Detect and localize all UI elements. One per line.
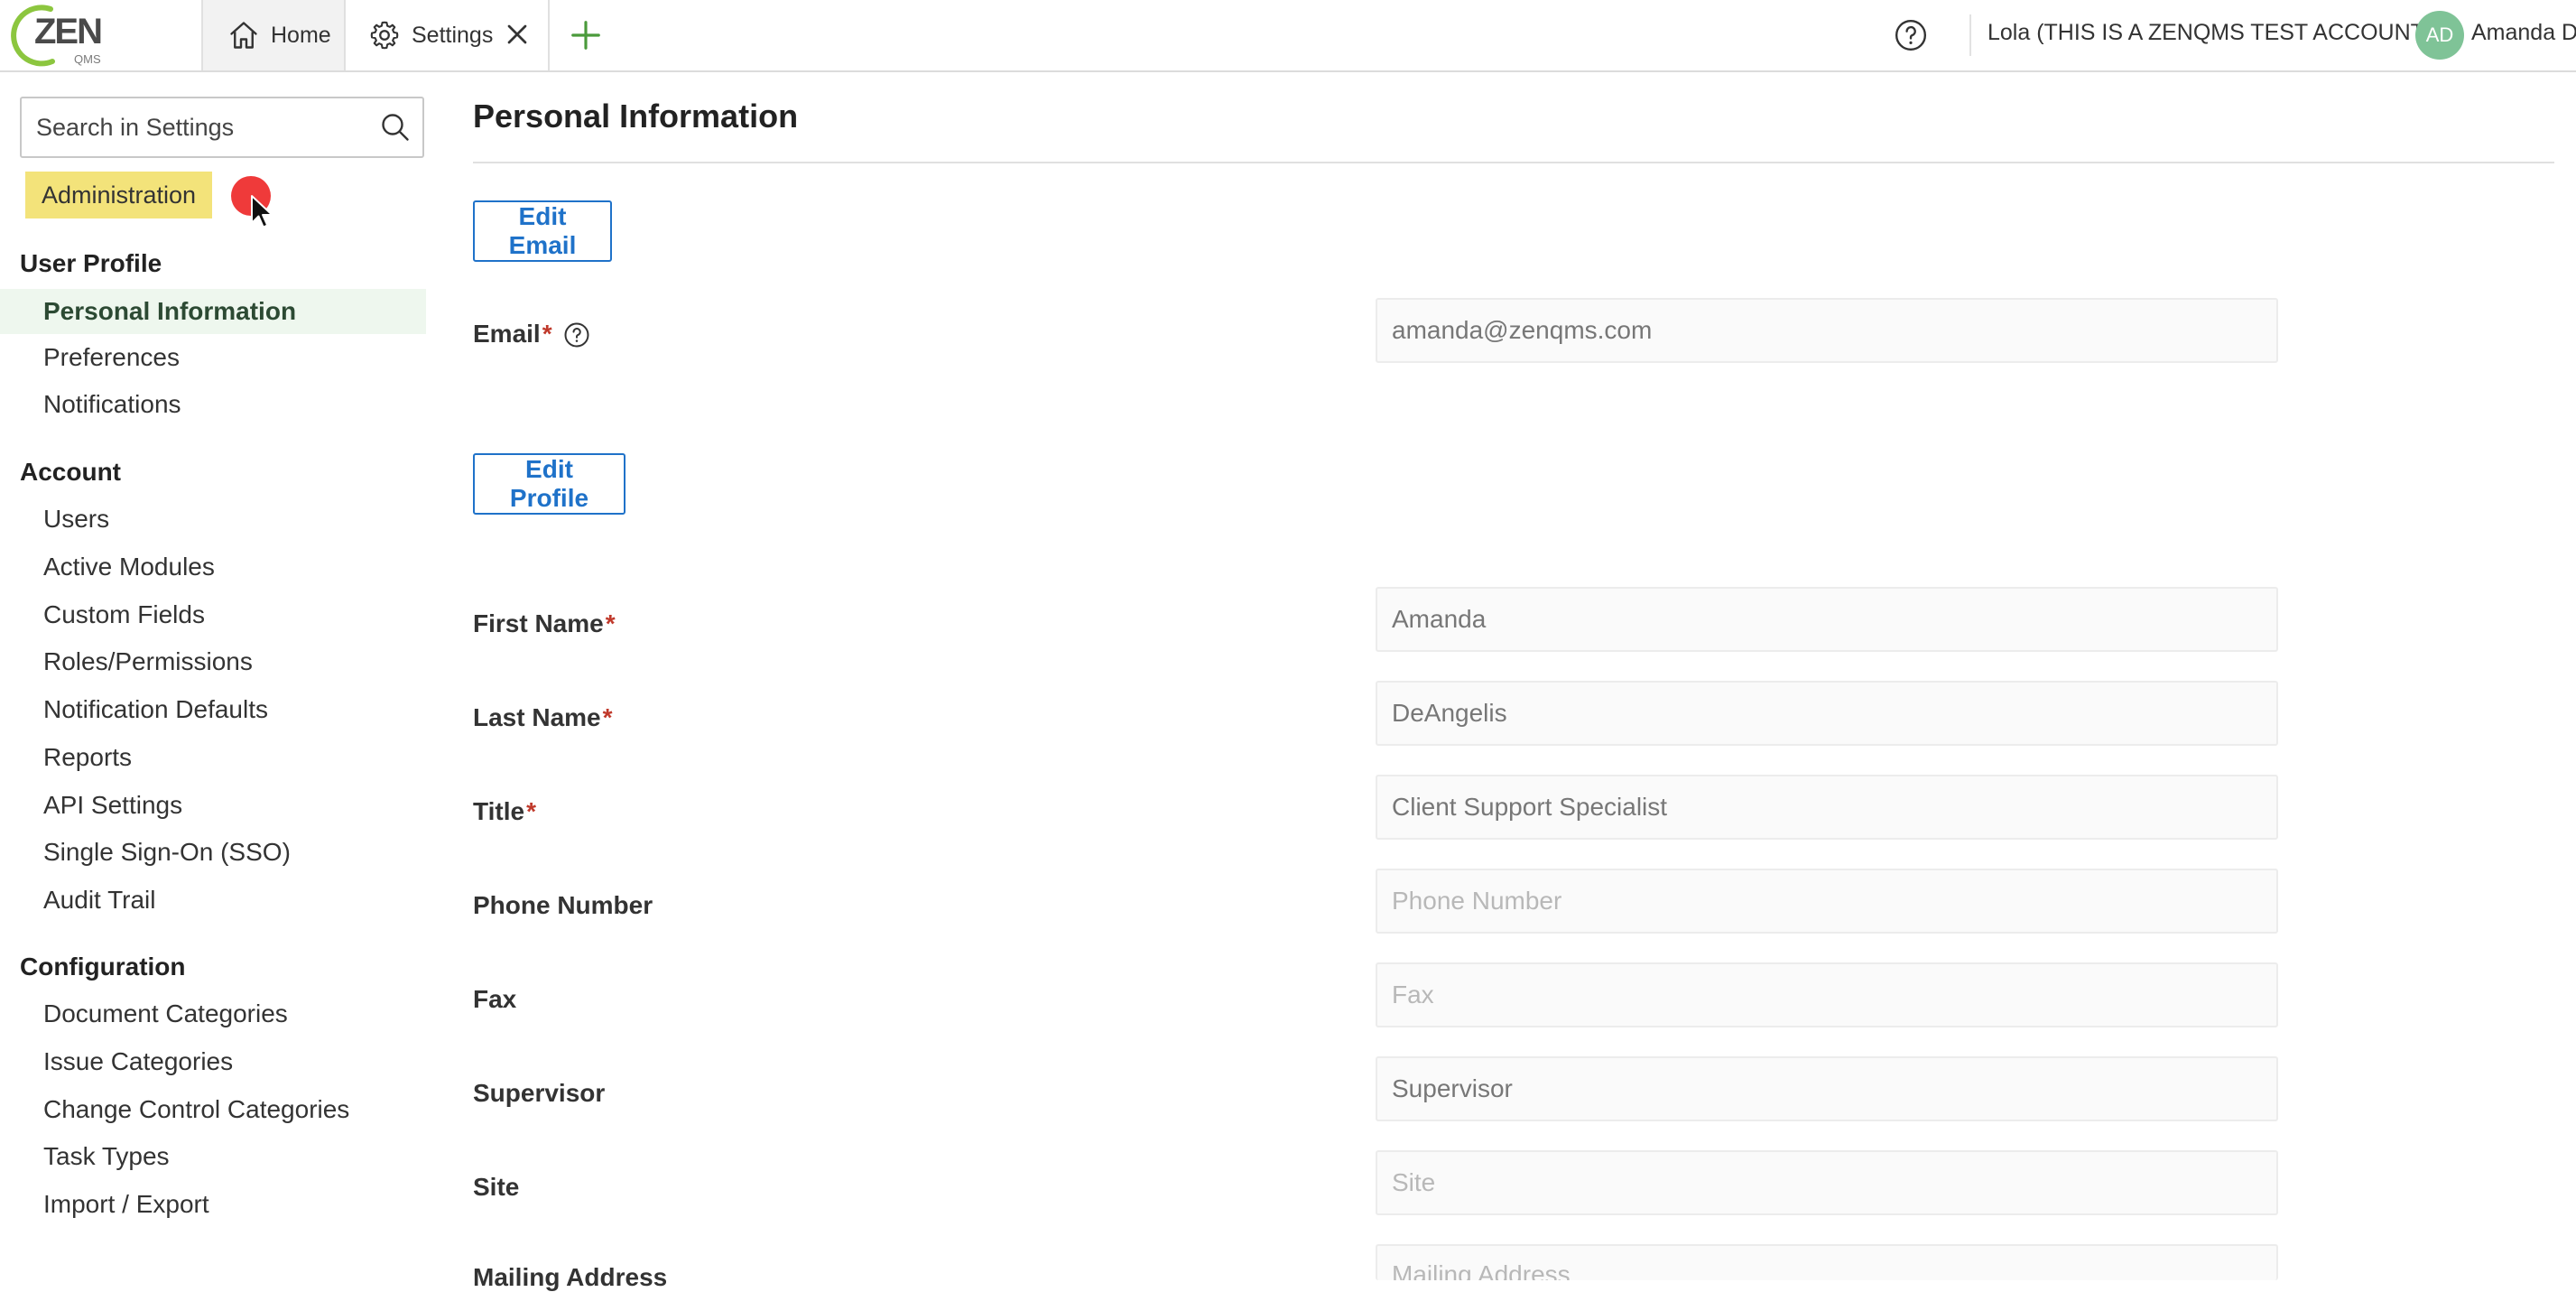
last-name-label-text: Last Name: [473, 703, 601, 731]
email-label: Email*: [473, 320, 552, 349]
tab-home-label: Home: [271, 22, 331, 48]
sidebar-item-change-control-categories[interactable]: Change Control Categories: [0, 1087, 426, 1132]
email-field[interactable]: [1376, 298, 2278, 363]
sidebar-item-issue-categories[interactable]: Issue Categories: [0, 1039, 426, 1084]
sidebar-item-sso[interactable]: Single Sign-On (SSO): [0, 830, 426, 875]
fax-field[interactable]: [1376, 962, 2278, 1027]
user-name[interactable]: Amanda D: [2471, 20, 2576, 46]
title-field[interactable]: [1376, 775, 2278, 840]
nav-group-configuration: Configuration: [20, 953, 186, 981]
sidebar-item-users[interactable]: Users: [0, 497, 426, 542]
zenqms-logo[interactable]: ZEN QMS: [11, 2, 191, 67]
avatar[interactable]: AD: [2415, 11, 2464, 60]
administration-link[interactable]: Administration: [25, 172, 213, 218]
top-bar: ZEN QMS Home Settings Lola (THIS IS A ZE…: [0, 0, 2576, 72]
last-name-label: Last Name*: [473, 703, 613, 732]
edit-profile-button[interactable]: Edit Profile: [473, 453, 625, 515]
title-label: Title*: [473, 797, 536, 826]
phone-number-label: Phone Number: [473, 891, 653, 919]
sidebar-item-active-modules[interactable]: Active Modules: [0, 544, 426, 590]
sidebar-item-task-types[interactable]: Task Types: [0, 1134, 426, 1179]
cursor-icon: [251, 195, 273, 228]
sidebar-item-preferences[interactable]: Preferences: [0, 335, 426, 380]
search-box: [20, 97, 424, 158]
phone-number-field[interactable]: [1376, 869, 2278, 934]
logo-mark: ZEN QMS: [11, 5, 103, 67]
search-icon[interactable]: [379, 111, 412, 144]
page-title: Personal Information: [473, 98, 799, 135]
sidebar-item-document-categories[interactable]: Document Categories: [0, 991, 426, 1036]
tab-settings[interactable]: Settings: [346, 0, 550, 70]
logo-subtext: QMS: [74, 52, 101, 66]
sidebar-item-api-settings[interactable]: API Settings: [0, 783, 426, 828]
email-help-icon[interactable]: [563, 321, 590, 349]
sidebar-item-notification-defaults[interactable]: Notification Defaults: [0, 687, 426, 732]
fax-label: Fax: [473, 985, 517, 1013]
nav-group-account: Account: [20, 458, 121, 486]
sidebar-item-custom-fields[interactable]: Custom Fields: [0, 592, 426, 637]
first-name-label: First Name*: [473, 609, 616, 638]
title-label-text: Title: [473, 797, 525, 825]
required-mark: *: [602, 703, 613, 731]
first-name-field[interactable]: [1376, 587, 2278, 652]
email-label-text: Email: [473, 320, 541, 348]
search-input[interactable]: [22, 98, 379, 156]
edit-email-button[interactable]: Edit Email: [473, 200, 612, 262]
topbar-divider: [1969, 14, 1971, 56]
plus-icon[interactable]: [569, 18, 603, 52]
tab-settings-label: Settings: [412, 22, 494, 48]
account-name[interactable]: Lola (THIS IS A ZENQMS TEST ACCOUNT): [1988, 20, 2432, 46]
help-icon[interactable]: [1894, 18, 1928, 52]
sidebar-item-reports[interactable]: Reports: [0, 735, 426, 780]
tab-home[interactable]: Home: [201, 0, 346, 70]
first-name-label-text: First Name: [473, 609, 604, 637]
site-label: Site: [473, 1173, 520, 1201]
sidebar-item-personal-information[interactable]: Personal Information: [0, 289, 426, 334]
sidebar-item-notifications[interactable]: Notifications: [0, 382, 426, 427]
required-mark: *: [526, 797, 536, 825]
close-icon[interactable]: [501, 18, 533, 51]
site-field[interactable]: [1376, 1150, 2278, 1215]
nav-group-user-profile: User Profile: [20, 249, 162, 277]
title-divider: [473, 162, 2554, 163]
mailing-address-label: Mailing Address: [473, 1263, 668, 1291]
logo-text: ZEN: [34, 12, 101, 51]
sidebar-item-import-export[interactable]: Import / Export: [0, 1182, 426, 1227]
gear-icon: [370, 21, 399, 50]
sidebar-item-audit-trail[interactable]: Audit Trail: [0, 878, 426, 923]
last-name-field[interactable]: [1376, 681, 2278, 746]
required-mark: *: [542, 320, 552, 348]
mailing-address-field[interactable]: [1376, 1244, 2278, 1280]
required-mark: *: [605, 609, 616, 637]
home-icon: [230, 22, 257, 49]
supervisor-field[interactable]: [1376, 1056, 2278, 1121]
supervisor-label: Supervisor: [473, 1079, 606, 1107]
sidebar-item-roles-permissions[interactable]: Roles/Permissions: [0, 639, 426, 684]
